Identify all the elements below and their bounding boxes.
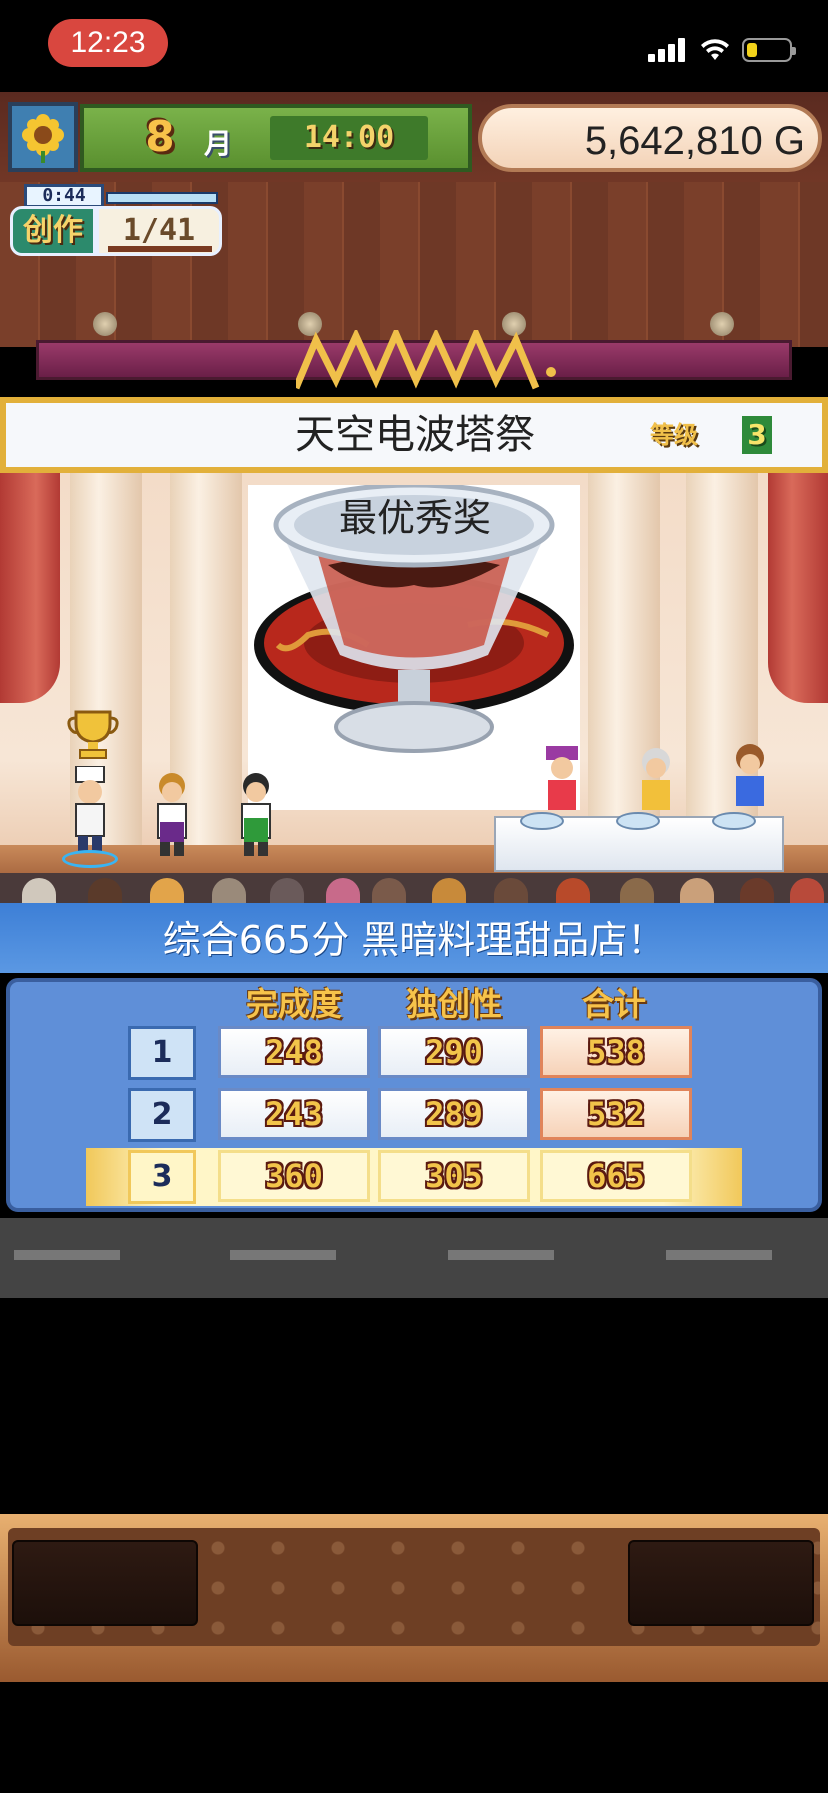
trophy-icon: [66, 708, 120, 760]
dessert-plate: [712, 812, 756, 830]
gold-crown-decoration: [292, 325, 556, 390]
total-score: 532: [540, 1088, 692, 1140]
column-header-total: 合计: [581, 985, 646, 1023]
road-marking: [230, 1250, 336, 1260]
staff-character: [150, 772, 194, 862]
originality-score: 305: [378, 1150, 530, 1202]
bottom-right-button[interactable]: [628, 1540, 814, 1626]
wifi-icon: [700, 38, 730, 62]
create-progress-bar: [108, 246, 212, 252]
dessert-plate: [616, 812, 660, 830]
bottom-left-button[interactable]: [12, 1540, 198, 1626]
event-title: 天空电波塔祭: [295, 412, 535, 458]
selection-ring: [62, 850, 118, 868]
money-amount: 5,642,810 G: [584, 119, 805, 163]
create-label[interactable]: 创作: [10, 206, 96, 256]
road-marking: [448, 1250, 554, 1260]
status-time: 12:23: [48, 19, 168, 67]
create-timer: 0:44: [24, 184, 104, 208]
column-header-originality: 独创性: [405, 985, 502, 1023]
stage-curtain-left: [0, 473, 60, 703]
completion-score: 243: [218, 1088, 370, 1140]
rank-cell: 2: [128, 1088, 196, 1142]
result-summary: 综合665分 黑暗料理甜品店！: [162, 918, 666, 962]
cellular-signal-icon: [648, 38, 688, 62]
sunflower-icon[interactable]: [8, 102, 78, 172]
originality-score: 289: [378, 1088, 530, 1140]
month-number: 8: [145, 112, 175, 161]
completion-score: 360: [218, 1150, 370, 1202]
column-header-completion: 完成度: [245, 985, 342, 1023]
ceiling-lamp: [710, 312, 734, 336]
road-marking: [14, 1250, 120, 1260]
rank-cell: 3: [128, 1150, 196, 1204]
rank-cell: 1: [128, 1026, 196, 1080]
game-time: 14:00: [270, 116, 428, 160]
award-label: 最优秀奖: [338, 496, 491, 540]
event-level-label: 等级: [650, 421, 698, 449]
chef-character: [68, 765, 112, 856]
originality-score: 290: [378, 1026, 530, 1078]
battery-low-icon: [742, 38, 796, 62]
total-score: 538: [540, 1026, 692, 1078]
event-level: 3: [742, 416, 772, 454]
completion-score: 248: [218, 1026, 370, 1078]
staff-character: [234, 772, 278, 862]
road-marking: [666, 1250, 772, 1260]
dessert-plate: [520, 812, 564, 830]
ceiling-lamp: [93, 312, 117, 336]
total-score: 665: [540, 1150, 692, 1202]
stage-curtain-right: [768, 473, 828, 703]
month-label: 月: [204, 127, 233, 160]
timer-progress-bar: [106, 192, 218, 204]
